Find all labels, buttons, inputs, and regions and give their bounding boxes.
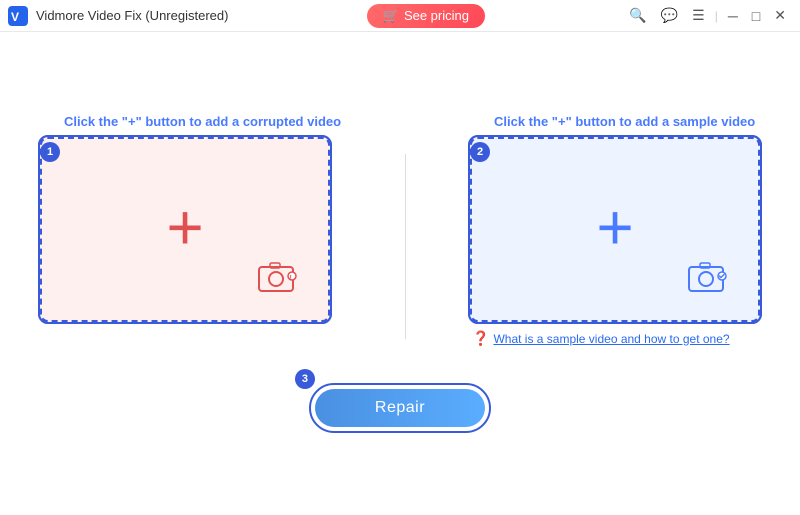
separator: | xyxy=(715,9,718,23)
repair-button[interactable]: Repair xyxy=(315,389,485,427)
titlebar-left: V Vidmore Video Fix (Unregistered) xyxy=(8,6,228,26)
sample-camera-icon xyxy=(688,259,730,298)
svg-text:V: V xyxy=(11,10,19,24)
menu-button[interactable]: ☰ xyxy=(686,3,711,28)
corrupted-panel-label: Click the "+" button to add a corrupted … xyxy=(40,114,341,129)
hint-question-icon: ❓ xyxy=(472,330,489,347)
corrupted-plus-icon: + xyxy=(166,194,203,258)
corrupted-panel-container: 1 Click the "+" button to add a corrupte… xyxy=(40,114,341,322)
svg-text:!: ! xyxy=(290,275,292,282)
titlebar-controls: 🔍 💬 ☰ | ─ □ ✕ xyxy=(623,3,792,28)
corrupted-plus-highlight: + xyxy=(128,114,136,129)
corrupted-panel-num: 1 xyxy=(40,142,60,162)
app-logo: V xyxy=(8,6,28,26)
sample-label-prefix: Click the " xyxy=(494,114,558,129)
corrupted-label-prefix: Click the " xyxy=(64,114,128,129)
sample-hint-link[interactable]: ❓ What is a sample video and how to get … xyxy=(470,330,730,347)
repair-area: 3 Repair xyxy=(309,383,491,433)
pricing-button[interactable]: 🛒 See pricing xyxy=(367,4,485,28)
app-title: Vidmore Video Fix (Unregistered) xyxy=(36,8,228,23)
sample-plus-highlight: + xyxy=(558,114,566,129)
sample-drop-zone[interactable]: + xyxy=(470,137,760,322)
minimize-button[interactable]: ─ xyxy=(722,4,744,28)
main-content: 1 Click the "+" button to add a corrupte… xyxy=(0,32,800,515)
corrupted-drop-zone[interactable]: + ! xyxy=(40,137,330,322)
cart-icon: 🛒 xyxy=(383,8,399,24)
chat-button[interactable]: 💬 xyxy=(655,3,684,28)
titlebar: V Vidmore Video Fix (Unregistered) 🛒 See… xyxy=(0,0,800,32)
sample-panel-label: Click the "+" button to add a sample vid… xyxy=(470,114,755,129)
repair-num: 3 xyxy=(295,369,315,389)
panels-row: 1 Click the "+" button to add a corrupte… xyxy=(40,114,760,347)
sample-plus-icon: + xyxy=(596,194,633,258)
pricing-label: See pricing xyxy=(404,8,469,23)
sample-label-suffix: " button to add a sample video xyxy=(566,114,756,129)
titlebar-pricing[interactable]: 🛒 See pricing xyxy=(367,4,485,28)
sample-panel-num: 2 xyxy=(470,142,490,162)
repair-btn-wrapper: Repair xyxy=(309,383,491,433)
sample-panel-container: 2 Click the "+" button to add a sample v… xyxy=(470,114,760,347)
search-button[interactable]: 🔍 xyxy=(623,3,652,28)
maximize-button[interactable]: □ xyxy=(746,4,766,28)
corrupted-label-suffix: " button to add a corrupted video xyxy=(136,114,342,129)
close-button[interactable]: ✕ xyxy=(768,3,792,28)
panels-divider xyxy=(405,154,406,339)
corrupted-camera-icon: ! xyxy=(258,259,300,298)
sample-hint-anchor[interactable]: What is a sample video and how to get on… xyxy=(493,332,729,346)
